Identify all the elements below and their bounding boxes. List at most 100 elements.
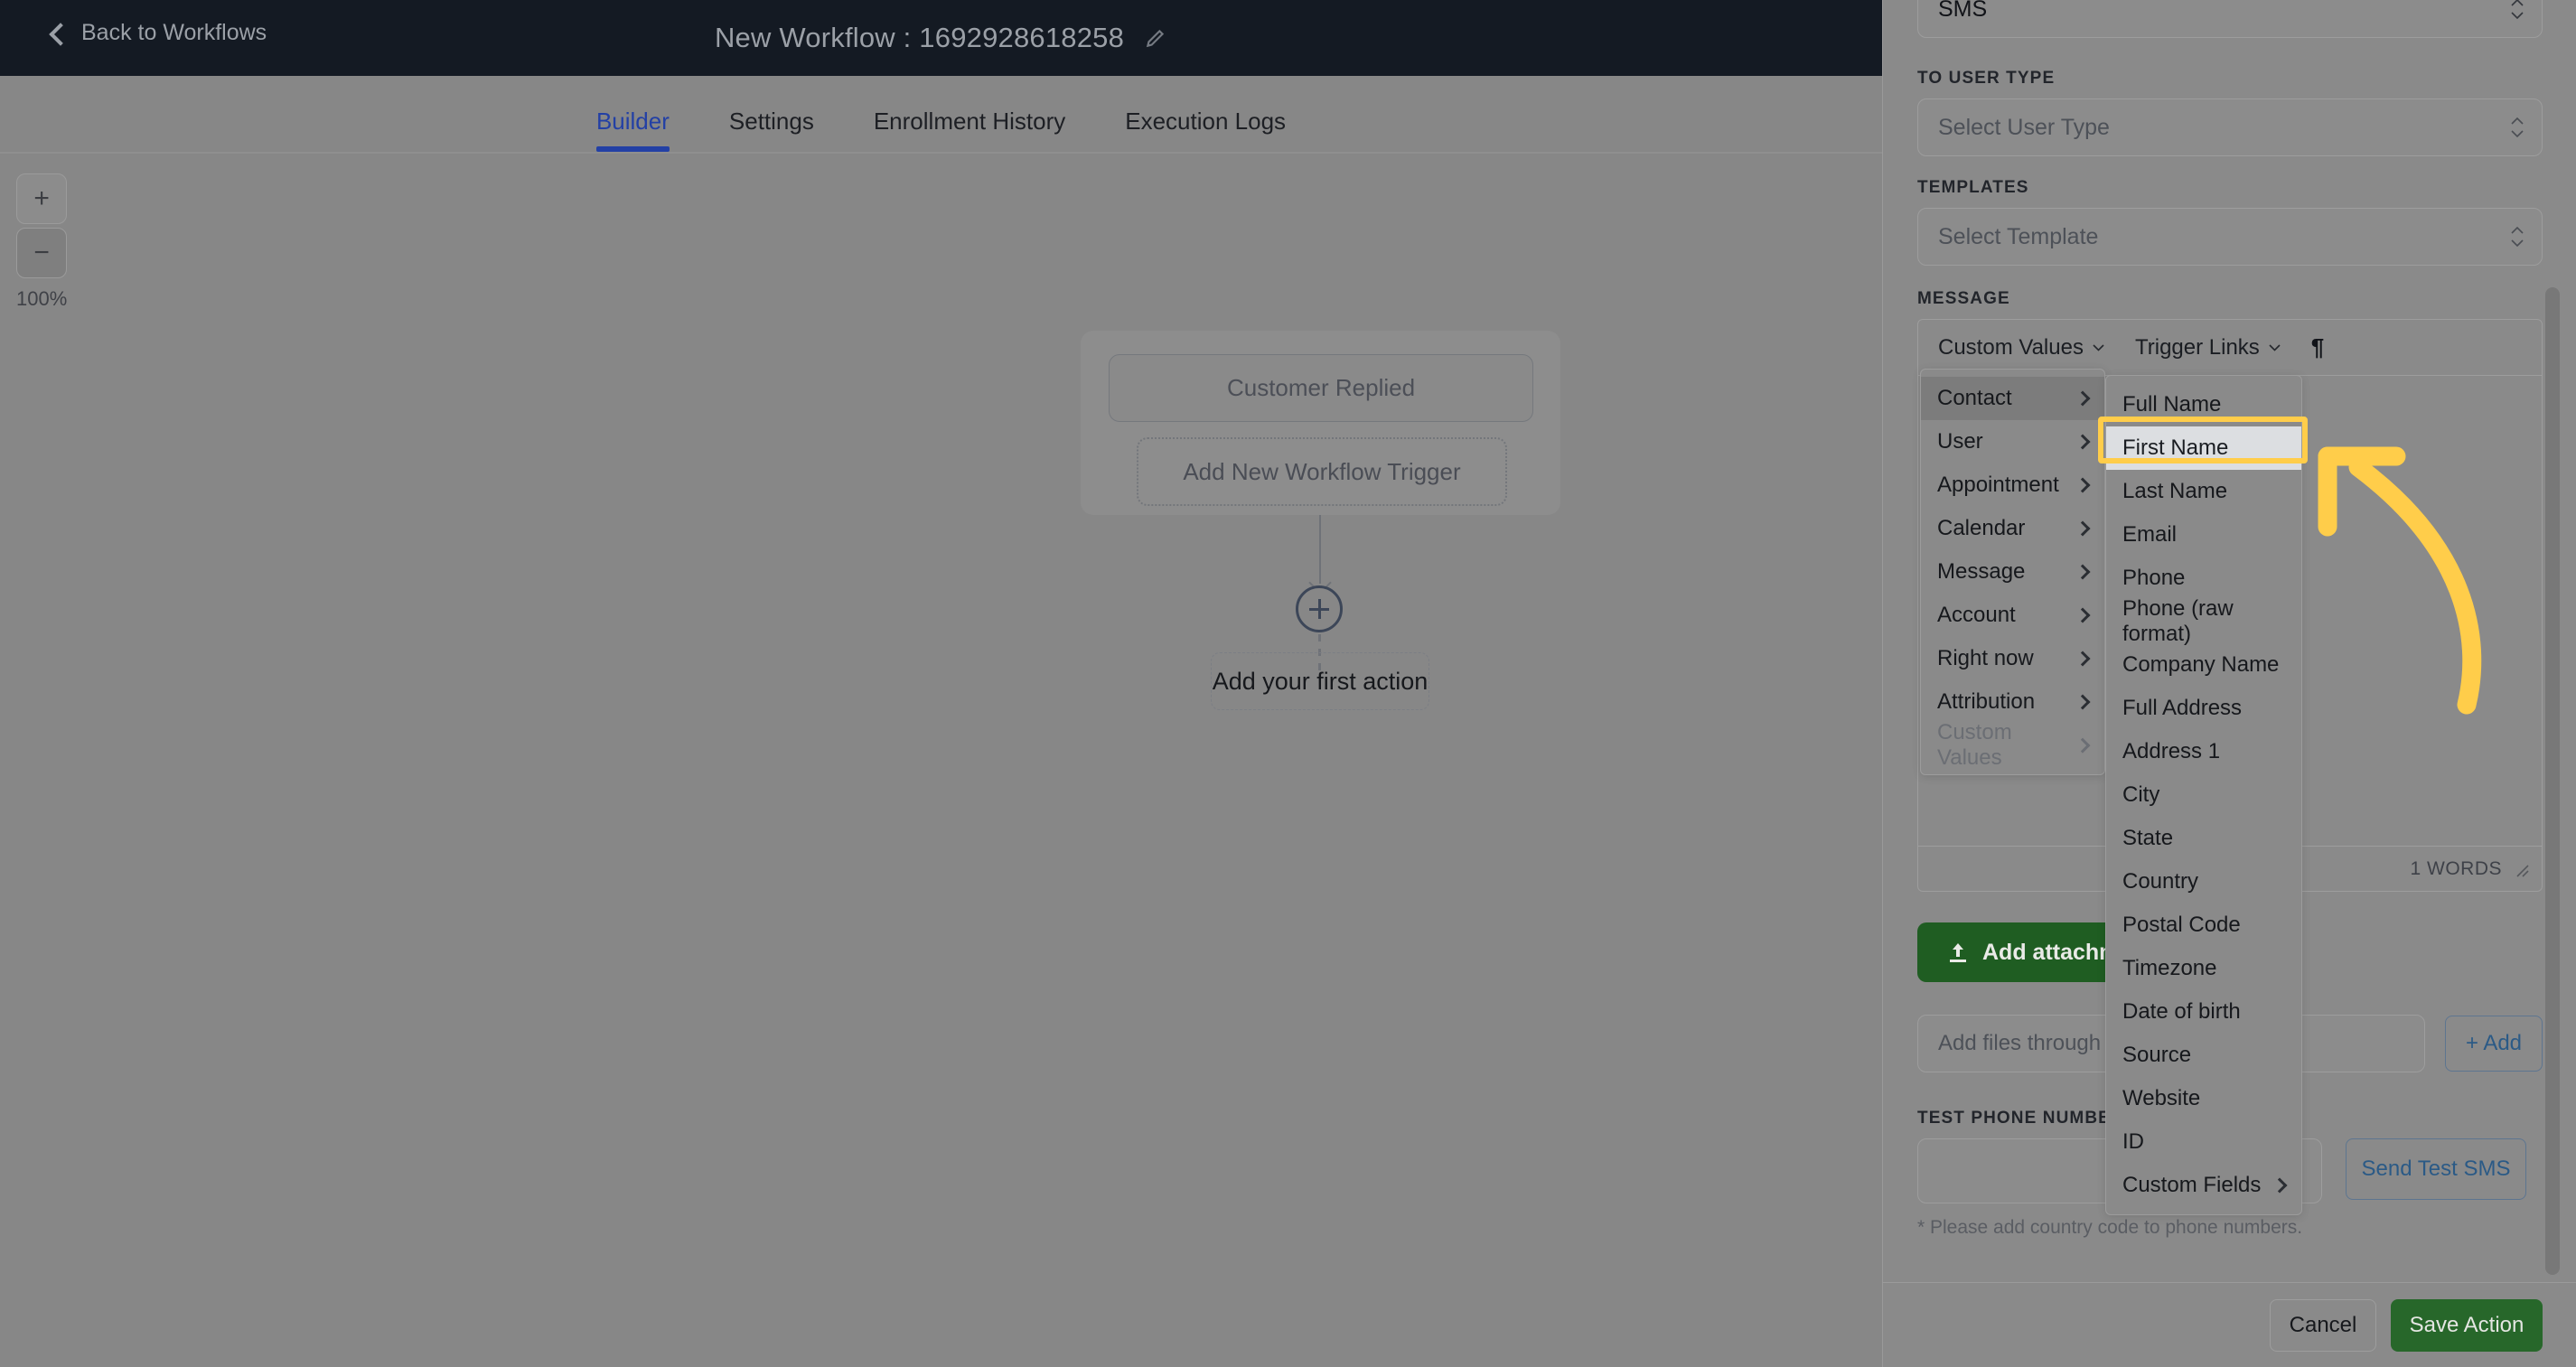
chevron-updown-icon: [2511, 227, 2524, 247]
chevron-down-icon: [2269, 343, 2281, 351]
channel-select[interactable]: SMS: [1917, 0, 2543, 38]
submenu-item-address-1[interactable]: Address 1: [2106, 730, 2301, 773]
templates-value: Select Template: [1938, 223, 2099, 249]
chevron-right-icon: [2075, 390, 2091, 407]
channel-select-value: SMS: [1938, 0, 1988, 22]
tab-builder[interactable]: Builder: [595, 108, 670, 152]
menu-item-label: Right now: [1937, 646, 2034, 670]
add-your-first-action-button[interactable]: Add your first action: [1211, 652, 1429, 710]
submenu-item-phone-raw-format[interactable]: Phone (raw format): [2106, 596, 2301, 646]
trigger-card: Customer Replied Add New Workflow Trigge…: [1081, 331, 1560, 515]
send-test-sms-button[interactable]: Send Test SMS: [2346, 1138, 2526, 1200]
menu-item-label: User: [1937, 429, 1983, 454]
submenu-item-city[interactable]: City: [2106, 773, 2301, 817]
panel-footer: Cancel Save Action: [1883, 1282, 2576, 1367]
chevron-updown-icon: [2511, 117, 2524, 137]
chevron-right-icon: [2075, 651, 2091, 667]
menu-item-user[interactable]: User: [1921, 420, 2104, 463]
submenu-item-source[interactable]: Source: [2106, 1034, 2301, 1077]
panel-scrollbar-thumb[interactable]: [2545, 287, 2560, 1275]
tab-execution-logs[interactable]: Execution Logs: [1125, 108, 1286, 152]
submenu-item-postal-code[interactable]: Postal Code: [2106, 904, 2301, 947]
chevron-right-icon: [2075, 477, 2091, 493]
test-phone-hint: * Please add country code to phone numbe…: [1917, 1217, 2303, 1238]
chevron-right-icon: [2075, 520, 2091, 537]
contact-fields-submenu: Full Name First Name Last Name Email Pho…: [2105, 375, 2302, 1215]
menu-item-attribution[interactable]: Attribution: [1921, 680, 2104, 724]
menu-item-message[interactable]: Message: [1921, 550, 2104, 594]
to-user-type-label: TO USER TYPE: [1917, 69, 2056, 88]
submenu-item-custom-fields[interactable]: Custom Fields: [2106, 1164, 2301, 1207]
chevron-right-icon: [2075, 694, 2091, 710]
chevron-updown-icon: [2511, 0, 2524, 19]
trigger-links-label: Trigger Links: [2134, 334, 2260, 360]
submenu-item-phone[interactable]: Phone: [2106, 557, 2301, 600]
menu-item-account[interactable]: Account: [1921, 594, 2104, 637]
submenu-item-last-name[interactable]: Last Name: [2106, 470, 2301, 513]
message-label: MESSAGE: [1917, 289, 2010, 308]
tab-enrollment-history[interactable]: Enrollment History: [874, 108, 1065, 152]
zoom-level-label: 100%: [16, 287, 68, 310]
chevron-right-icon: [2075, 434, 2091, 450]
zoom-controls: + − 100%: [16, 173, 67, 311]
chevron-down-icon: [2093, 343, 2104, 351]
menu-item-label: Attribution: [1937, 689, 2036, 714]
menu-item-appointment[interactable]: Appointment: [1921, 463, 2104, 507]
submenu-item-timezone[interactable]: Timezone: [2106, 947, 2301, 990]
cancel-button[interactable]: Cancel: [2270, 1298, 2376, 1352]
submenu-item-country[interactable]: Country: [2106, 860, 2301, 904]
submenu-item-full-address[interactable]: Full Address: [2106, 687, 2301, 730]
submenu-item-first-name[interactable]: First Name: [2106, 426, 2301, 470]
menu-item-label: Account: [1937, 603, 2016, 627]
chevron-right-icon: [2075, 607, 2091, 623]
custom-values-dropdown-button[interactable]: Custom Values: [1938, 335, 2104, 360]
custom-values-menu: Contact User Appointment Calendar Messag…: [1920, 369, 2105, 775]
templates-label: TEMPLATES: [1917, 178, 2029, 197]
workflow-tabs: Builder Settings Enrollment History Exec…: [0, 76, 1882, 154]
to-user-type-value: Select User Type: [1938, 114, 2110, 140]
submenu-item-date-of-birth[interactable]: Date of birth: [2106, 990, 2301, 1034]
app-root: Back to Workflows New Workflow : 1692928…: [0, 0, 2576, 1367]
menu-item-right-now[interactable]: Right now: [1921, 637, 2104, 680]
plus-circle-icon[interactable]: [1296, 585, 1343, 632]
chevron-right-icon: [2075, 564, 2091, 580]
menu-item-contact[interactable]: Contact: [1921, 377, 2104, 420]
submenu-item-company-name[interactable]: Company Name: [2106, 643, 2301, 687]
zoom-out-button[interactable]: −: [16, 228, 68, 278]
chevron-right-icon: [2272, 1177, 2288, 1194]
add-file-url-button[interactable]: + Add: [2445, 1016, 2543, 1072]
menu-item-label: Calendar: [1937, 516, 2026, 540]
zoom-in-button[interactable]: +: [16, 173, 68, 224]
menu-item-label: Appointment: [1937, 473, 2059, 497]
message-toolbar: Custom Values Trigger Links ¶: [1918, 320, 2542, 376]
page-title: New Workflow : 1692928618258: [714, 22, 1125, 53]
trigger-links-dropdown-button[interactable]: Trigger Links: [2135, 335, 2281, 360]
menu-item-label: Contact: [1937, 386, 2012, 410]
workflow-canvas[interactable]: + − 100% Customer Replied Add New Workfl…: [0, 154, 1882, 1367]
trigger-node[interactable]: Customer Replied: [1109, 354, 1533, 422]
save-action-button[interactable]: Save Action: [2391, 1298, 2543, 1352]
menu-item-label: Message: [1937, 559, 2026, 584]
menu-item-custom-values[interactable]: Custom Values: [1921, 720, 2104, 770]
custom-values-label: Custom Values: [1938, 334, 2084, 360]
submenu-item-email[interactable]: Email: [2106, 513, 2301, 557]
submenu-item-full-name[interactable]: Full Name: [2106, 383, 2301, 426]
submenu-item-website[interactable]: Website: [2106, 1077, 2301, 1120]
panel-scrollbar-track[interactable]: [2545, 0, 2569, 1283]
pencil-icon[interactable]: [1144, 26, 1167, 50]
resize-grip-icon[interactable]: [2513, 861, 2529, 877]
to-user-type-select[interactable]: Select User Type: [1917, 98, 2543, 156]
menu-item-label: Custom Values: [1937, 720, 2012, 770]
tab-settings[interactable]: Settings: [729, 108, 814, 152]
submenu-item-label: Custom Fields: [2122, 1173, 2262, 1197]
menu-item-calendar[interactable]: Calendar: [1921, 507, 2104, 550]
workflow-title-group: New Workflow : 1692928618258: [0, 0, 1882, 76]
pilcrow-icon[interactable]: ¶: [2311, 333, 2324, 361]
submenu-item-id[interactable]: ID: [2106, 1120, 2301, 1164]
word-count-label: 1 WORDS: [2410, 857, 2502, 879]
templates-select[interactable]: Select Template: [1917, 208, 2543, 266]
submenu-item-state[interactable]: State: [2106, 817, 2301, 860]
upload-icon: [1950, 943, 1966, 962]
add-new-workflow-trigger-button[interactable]: Add New Workflow Trigger: [1137, 437, 1507, 506]
top-bar: Back to Workflows New Workflow : 1692928…: [0, 0, 1882, 76]
